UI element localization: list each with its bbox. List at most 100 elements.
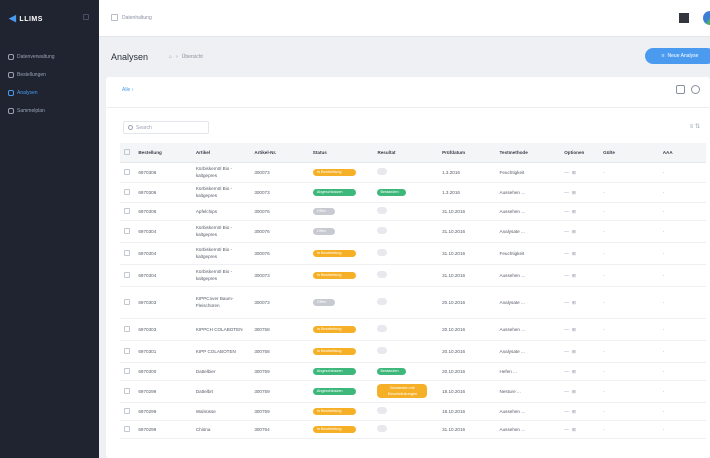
test-date: 20.10.2016 — [442, 368, 466, 374]
table-row[interactable]: 6970304 Kürbiskernöl Bio - kaltgepres 3000… — [120, 264, 706, 287]
options-menu[interactable]: — ⊞ — [564, 349, 577, 354]
order-number: 6970306 — [138, 189, 157, 195]
options-menu[interactable]: — ⊞ — [564, 170, 577, 175]
row-checkbox[interactable] — [124, 169, 130, 176]
column-header[interactable]: Resultat — [373, 143, 439, 163]
options-menu[interactable]: — ⊞ — [564, 300, 577, 305]
options-menu[interactable]: — ⊞ — [564, 427, 577, 432]
notification-icon[interactable] — [679, 13, 689, 23]
table-row[interactable]: 6970299 Dattelbrt 300759 Abgeschlossen Besta… — [120, 380, 706, 403]
options-menu[interactable]: — ⊞ — [564, 369, 577, 374]
article-number: 300759 — [254, 388, 270, 394]
options-menu[interactable]: — ⊞ — [564, 209, 577, 214]
row-checkbox[interactable] — [124, 272, 130, 279]
avatar[interactable] — [703, 11, 710, 25]
table-row[interactable]: 6970299 Walnüsse 300759 In Bearbeitung 18.10… — [120, 402, 706, 421]
new-analysis-button[interactable]: ≡ Neue Analyse — [645, 48, 710, 64]
column-header[interactable]: Artikel-Nr. — [250, 143, 309, 163]
add-icon: ≡ — [661, 53, 665, 59]
row-checkbox[interactable] — [124, 388, 130, 395]
table-row[interactable]: 6970306 Kürbiskernöl Bio - kaltgepres 3000… — [120, 162, 706, 183]
sidebar-item-2[interactable]: Analysen — [0, 84, 99, 102]
validity-value: - — [603, 348, 605, 354]
table-row[interactable]: 6970303 KIPPCH COLABOTEN 300758 In Bearbeit… — [120, 318, 706, 341]
collapse-sidebar-icon[interactable] — [83, 14, 89, 20]
row-checkbox[interactable] — [124, 426, 130, 433]
sidebar-item-3[interactable]: Sammelplan — [0, 102, 99, 120]
select-all-checkbox[interactable] — [120, 143, 135, 163]
status-badge: Offen — [312, 228, 335, 235]
row-checkbox[interactable] — [124, 368, 130, 375]
validity-value: - — [603, 250, 605, 256]
status-badge: In Bearbeitung — [312, 272, 356, 279]
options-menu[interactable]: — ⊞ — [564, 409, 577, 414]
view-toggle-icon[interactable] — [676, 85, 685, 94]
test-method: Analysate ... — [499, 299, 525, 305]
row-checkbox[interactable] — [124, 348, 130, 355]
row-checkbox[interactable] — [124, 189, 130, 196]
home-icon[interactable]: ⌂ — [169, 54, 172, 60]
breadcrumb-current[interactable]: Übersicht — [182, 54, 203, 60]
table-row[interactable]: 6970301 KIPP COLABOTEN 300758 In Bearbeitun… — [120, 340, 706, 363]
table-row[interactable]: 6970303 KIPPCover Baum-Fleischüren 300073 O… — [120, 286, 706, 319]
article-name: Walnüsse — [195, 408, 216, 414]
sidebar-item-0[interactable]: Datenverwaltung — [0, 48, 99, 66]
analyses-card: Alle › Search ≡ ⇅ Bestellung Artikel Artik… — [106, 77, 710, 458]
aaa-value: - — [662, 348, 665, 354]
row-checkbox[interactable] — [124, 250, 130, 257]
order-number: 6970304 — [138, 272, 157, 278]
aaa-value: - — [662, 368, 665, 374]
status-badge: Abgeschlossen — [312, 368, 356, 375]
order-number: 6970304 — [138, 250, 157, 256]
test-method: Analysate ... — [499, 348, 525, 354]
aaa-value: - — [662, 326, 665, 332]
search-input[interactable]: Search — [123, 121, 209, 134]
options-menu[interactable]: — ⊞ — [564, 251, 577, 256]
test-date: 1.3.2016 — [442, 169, 460, 175]
row-checkbox[interactable] — [124, 208, 130, 215]
article-name: Kürbiskernöl Bio - kaltgepres — [195, 247, 233, 259]
menu-icon[interactable] — [111, 14, 118, 21]
table-row[interactable]: 6970299 Chiöna 300764 In Bearbeitung 31.10.2… — [120, 420, 706, 439]
row-checkbox[interactable] — [124, 408, 130, 415]
article-name: Kürbiskernöl Bio - kaltgepres — [195, 225, 233, 237]
article-number: 300076 — [254, 208, 270, 214]
column-header[interactable]: Status — [308, 143, 374, 163]
options-menu[interactable]: — ⊞ — [564, 273, 577, 278]
column-header[interactable]: Artikel — [191, 143, 251, 163]
table-header-row: Bestellung Artikel Artikel-Nr. Status Result… — [120, 143, 706, 163]
options-menu[interactable]: — ⊞ — [564, 190, 577, 195]
table-row[interactable]: 6970306 Apfelchips 300076 Offen 31.10.2016 Au… — [120, 202, 706, 221]
table-row[interactable]: 6970306 Kürbiskernöl Bio - kaltgepres 3000… — [120, 182, 706, 203]
column-header[interactable]: AAA — [658, 143, 706, 163]
row-checkbox[interactable] — [124, 326, 130, 333]
status-badge: In Bearbeitung — [312, 326, 356, 333]
status-badge: Abgeschlossen — [312, 388, 356, 395]
options-menu[interactable]: — ⊞ — [564, 327, 577, 332]
column-header[interactable]: Testmethode — [495, 143, 561, 163]
order-number: 6970299 — [138, 408, 157, 414]
column-header[interactable]: Gülte — [599, 143, 659, 163]
test-method: Feuchtigkeit — [499, 169, 525, 175]
table-row[interactable]: 6970300 Dattelbier 300759 Abgeschlossen Best… — [120, 362, 706, 381]
row-checkbox[interactable] — [124, 228, 130, 235]
column-header[interactable]: Prüfdatum — [438, 143, 496, 163]
settings-icon[interactable] — [691, 85, 700, 94]
filter-all-link[interactable]: Alle › — [122, 87, 133, 93]
test-method: Aussehen ... — [499, 408, 526, 414]
column-header[interactable]: Optionen — [560, 143, 600, 163]
table-tools[interactable]: ≡ ⇅ — [690, 123, 700, 130]
topbar-breadcrumb[interactable]: Datenhaltung — [111, 14, 152, 21]
row-checkbox[interactable] — [124, 299, 130, 306]
test-date: 1.3.2016 — [442, 189, 460, 195]
table-row[interactable]: 6970304 Kürbiskernöl Bio - kaltgepres 3000… — [120, 220, 706, 243]
article-name: KIPPCH COLABOTEN — [195, 326, 243, 332]
sidebar-item-1[interactable]: Bestellungen — [0, 66, 99, 84]
table-row[interactable]: 6970304 Kürbiskernöl Bio - kaltgepres 3000… — [120, 242, 706, 265]
options-menu[interactable]: — ⊞ — [564, 229, 577, 234]
validity-value: - — [603, 388, 605, 394]
status-badge: In Bearbeitung — [312, 348, 356, 355]
options-menu[interactable]: — ⊞ — [564, 389, 577, 394]
column-header[interactable]: Bestellung — [134, 143, 192, 163]
app-logo[interactable]: ◀ LLIMS — [9, 13, 43, 24]
